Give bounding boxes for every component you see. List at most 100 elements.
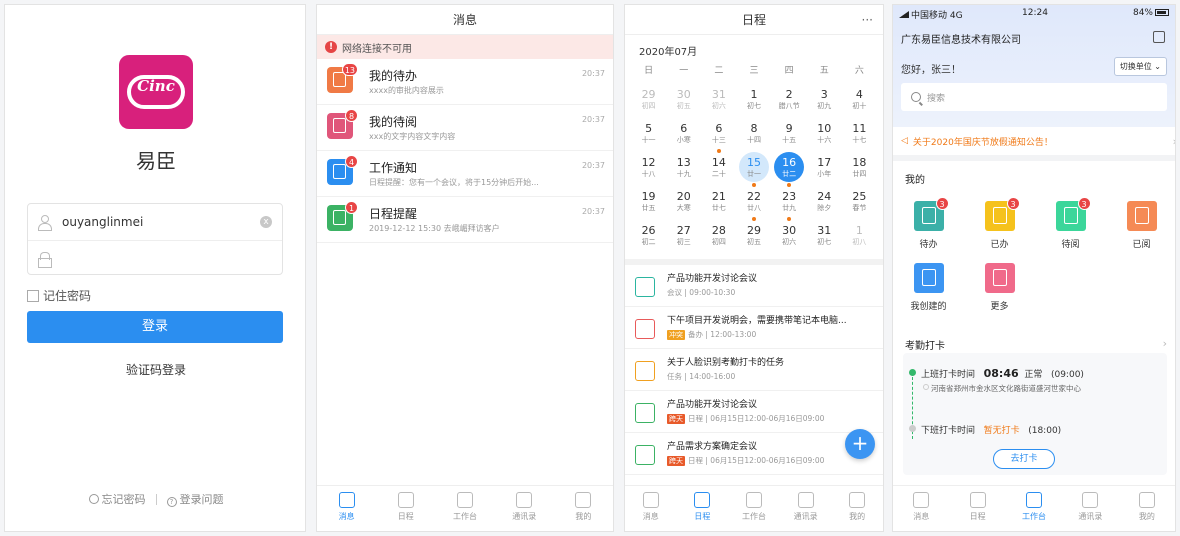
notice-bar[interactable]: ◁ 关于2020年国庆节放假通知公告！ › [893,127,1175,161]
calendar-day[interactable]: 27 初三 [666,221,701,255]
clock-in-status: 正常 [1024,370,1043,380]
calendar-day[interactable]: 1 初七 [736,85,771,119]
message-item[interactable]: 4 工作通知 日程提醒：您有一个会议，将于15分钟后开始... 20:37 [317,151,613,197]
status-dot [909,425,916,432]
app-name: 易臣 [136,149,176,173]
calendar-day[interactable]: 19 廿五 [631,187,666,221]
add-event-button[interactable]: + [845,429,875,459]
calendar-day[interactable]: 29 初五 [736,221,771,255]
tab-item[interactable]: 通讯录 [495,486,554,531]
month-label[interactable]: 2020年07月 [625,35,883,59]
day-number: 24 [817,190,832,203]
app-shortcut[interactable]: 3 已办 [964,195,1035,257]
event-item[interactable]: 下午项目开发说明会，需要携带笔记本电脑... 冲突 备办 | 12:00-13:00 [625,307,883,349]
calendar-day[interactable]: 12 十八 [631,153,666,187]
event-item[interactable]: 产品功能开发讨论会议 会议 | 09:00-10:30 [625,265,883,307]
calendar-day[interactable]: 30 初六 [772,221,807,255]
tab-item[interactable]: 我的 [831,486,883,531]
tab-item[interactable]: 通讯录 [1062,486,1118,531]
calendar-day[interactable]: 14 二十 [701,153,736,187]
calendar-day[interactable]: 22 廿八 [736,187,771,221]
more-icon[interactable]: ··· [862,5,873,35]
calendar-day[interactable]: 10 十六 [807,119,842,153]
app-shortcut[interactable]: 我创建的 [893,257,964,319]
message-item[interactable]: 1 日程提醒 2019-12-12 15:30 去峨嵋拜访客户 20:37 [317,197,613,243]
sms-login-link[interactable]: 验证码登录 [5,361,305,378]
calendar-day[interactable]: 9 十五 [772,119,807,153]
lunar-label: 十一 [641,136,656,144]
username-value[interactable]: ouyanglinmei [62,215,143,229]
calendar-day[interactable]: 15 廿一 [736,152,771,187]
day-number: 9 [785,122,793,135]
message-item[interactable]: 13 我的待办 xxxx的审批内容展示 20:37 [317,59,613,105]
tab-item[interactable]: 通讯录 [780,486,832,531]
document-icon [333,210,346,225]
calendar-day[interactable]: 3 初九 [807,85,842,119]
calendar-day[interactable]: 6 小寒 [666,119,701,153]
lunar-label: 初七 [746,102,761,110]
calendar-day[interactable]: 5 十一 [631,119,666,153]
calendar-day[interactable]: 31 初六 [701,85,736,119]
calendar-day[interactable]: 24 除夕 [807,187,842,221]
tab-item[interactable]: 工作台 [435,486,494,531]
status-dot [909,369,916,376]
lunar-label: 廿二 [782,170,797,178]
event-item[interactable]: 产品需求方案确定会议 跨天 日程 | 06月15日12:00-06月16日09:00 [625,433,883,475]
event-time: 备办 | 12:00-13:00 [688,330,757,339]
login-button[interactable]: 登录 [27,311,283,343]
app-icon [984,263,1015,293]
username-field[interactable]: ouyanglinmei x [28,204,282,240]
calendar-day[interactable]: 30 初五 [666,85,701,119]
tab-item[interactable]: 工作台 [728,486,780,531]
calendar-day[interactable]: 18 廿四 [842,153,877,187]
calendar-day[interactable]: 17 小年 [807,153,842,187]
app-shortcut[interactable]: 3 待办 [893,195,964,257]
calendar-day[interactable]: 16 廿二 [772,152,807,187]
scan-icon[interactable] [1153,31,1165,43]
app-shortcut[interactable]: 更多 [964,257,1035,319]
calendar-day[interactable]: 25 春节 [842,187,877,221]
clear-icon[interactable]: x [260,216,272,228]
tab-item[interactable]: 消息 [893,486,949,531]
calendar-day[interactable]: 20 大寒 [666,187,701,221]
tab-item[interactable]: 我的 [554,486,613,531]
switch-label: 切换单位 [1119,62,1152,71]
password-field[interactable] [28,240,282,276]
chevron-right-icon[interactable]: › [1163,337,1167,350]
forgot-password-link[interactable]: 忘记密码 [88,491,146,507]
calendar-day[interactable]: 2 腊八节 [772,85,807,119]
tab-item[interactable]: 日程 [949,486,1005,531]
tab-item[interactable]: 日程 [677,486,729,531]
tab-item[interactable]: 工作台 [1006,486,1062,531]
event-item[interactable]: 产品功能开发讨论会议 跨天 日程 | 06月15日12:00-06月16日09:00 [625,391,883,433]
calendar-day[interactable]: 4 初十 [842,85,877,119]
tab-item[interactable]: 消息 [317,486,376,531]
tab-item[interactable]: 日程 [376,486,435,531]
remember-password[interactable]: 记住密码 [27,287,91,304]
event-tag: 跨天 [667,414,685,424]
tab-item[interactable]: 我的 [1119,486,1175,531]
calendar-day[interactable]: 21 廿七 [701,187,736,221]
calendar-day[interactable]: 28 初四 [701,221,736,255]
login-help-link[interactable]: ? 登录问题 [166,491,224,507]
app-shortcut[interactable]: 已阅 [1106,195,1175,257]
event-icon [635,361,655,381]
message-item[interactable]: 8 我的待阅 xxx的文字内容文字内容 20:37 [317,105,613,151]
calendar-day[interactable]: 13 十九 [666,153,701,187]
event-item[interactable]: 关于人脸识别考勤打卡的任务 任务 | 14:00-16:00 [625,349,883,391]
attendance-card: 上班打卡时间 08:46 正常 (09:00) 河南省郑州市金水区文化路街道盛河… [903,353,1167,475]
switch-unit-button[interactable]: 切换单位 ⌄ [1113,57,1167,76]
calendar-day[interactable]: 26 初二 [631,221,666,255]
calendar-day[interactable]: 23 廿九 [772,187,807,221]
calendar-day[interactable]: 6 十三 [701,119,736,153]
calendar-day[interactable]: 11 十七 [842,119,877,153]
clock-in-button[interactable]: 去打卡 [993,449,1055,469]
calendar-day[interactable]: 8 十四 [736,119,771,153]
search-input[interactable]: 搜索 [901,83,1167,111]
remember-checkbox[interactable] [27,289,39,302]
calendar-day[interactable]: 31 初七 [807,221,842,255]
calendar-day[interactable]: 1 初八 [842,221,877,255]
app-shortcut[interactable]: 3 待阅 [1035,195,1106,257]
calendar-day[interactable]: 29 初四 [631,85,666,119]
tab-item[interactable]: 消息 [625,486,677,531]
